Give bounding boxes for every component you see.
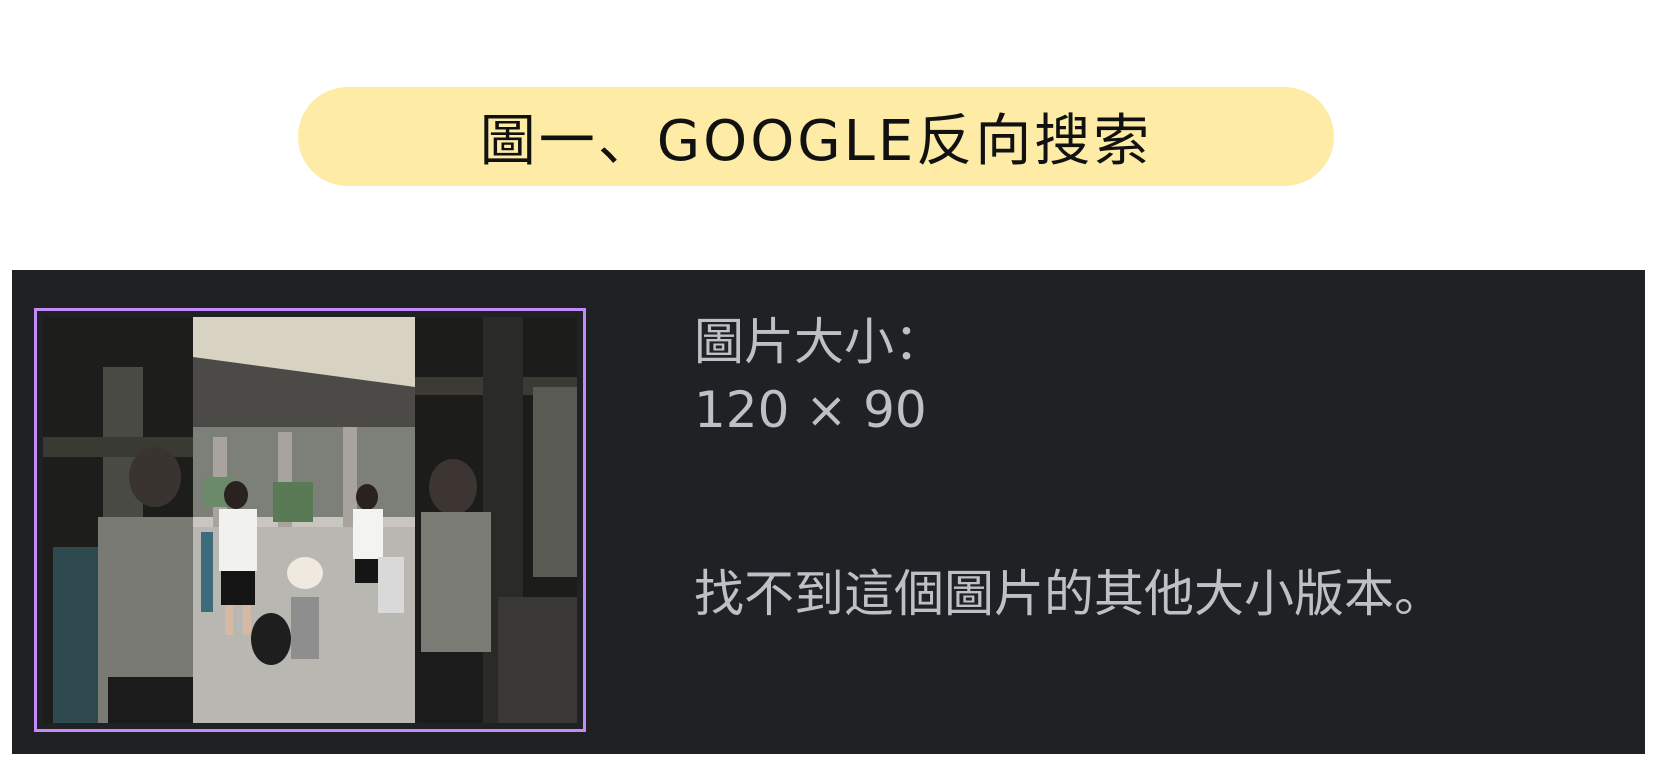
image-size-value: 120 × 90 [694,381,927,439]
thumbnail-photo [43,317,577,723]
figure-title: 圖一、GOOGLE反向搜索 [479,109,1153,174]
image-size-label: 圖片大小： [694,313,944,371]
figure-title-banner: 圖一、GOOGLE反向搜索 [298,87,1334,186]
image-thumbnail[interactable] [34,308,586,732]
image-result-panel: 圖片大小： 120 × 90 找不到這個圖片的其他大小版本。 [12,270,1645,754]
no-other-sizes-message: 找不到這個圖片的其他大小版本。 [694,565,1444,623]
image-size-info: 圖片大小： 120 × 90 [694,308,944,444]
